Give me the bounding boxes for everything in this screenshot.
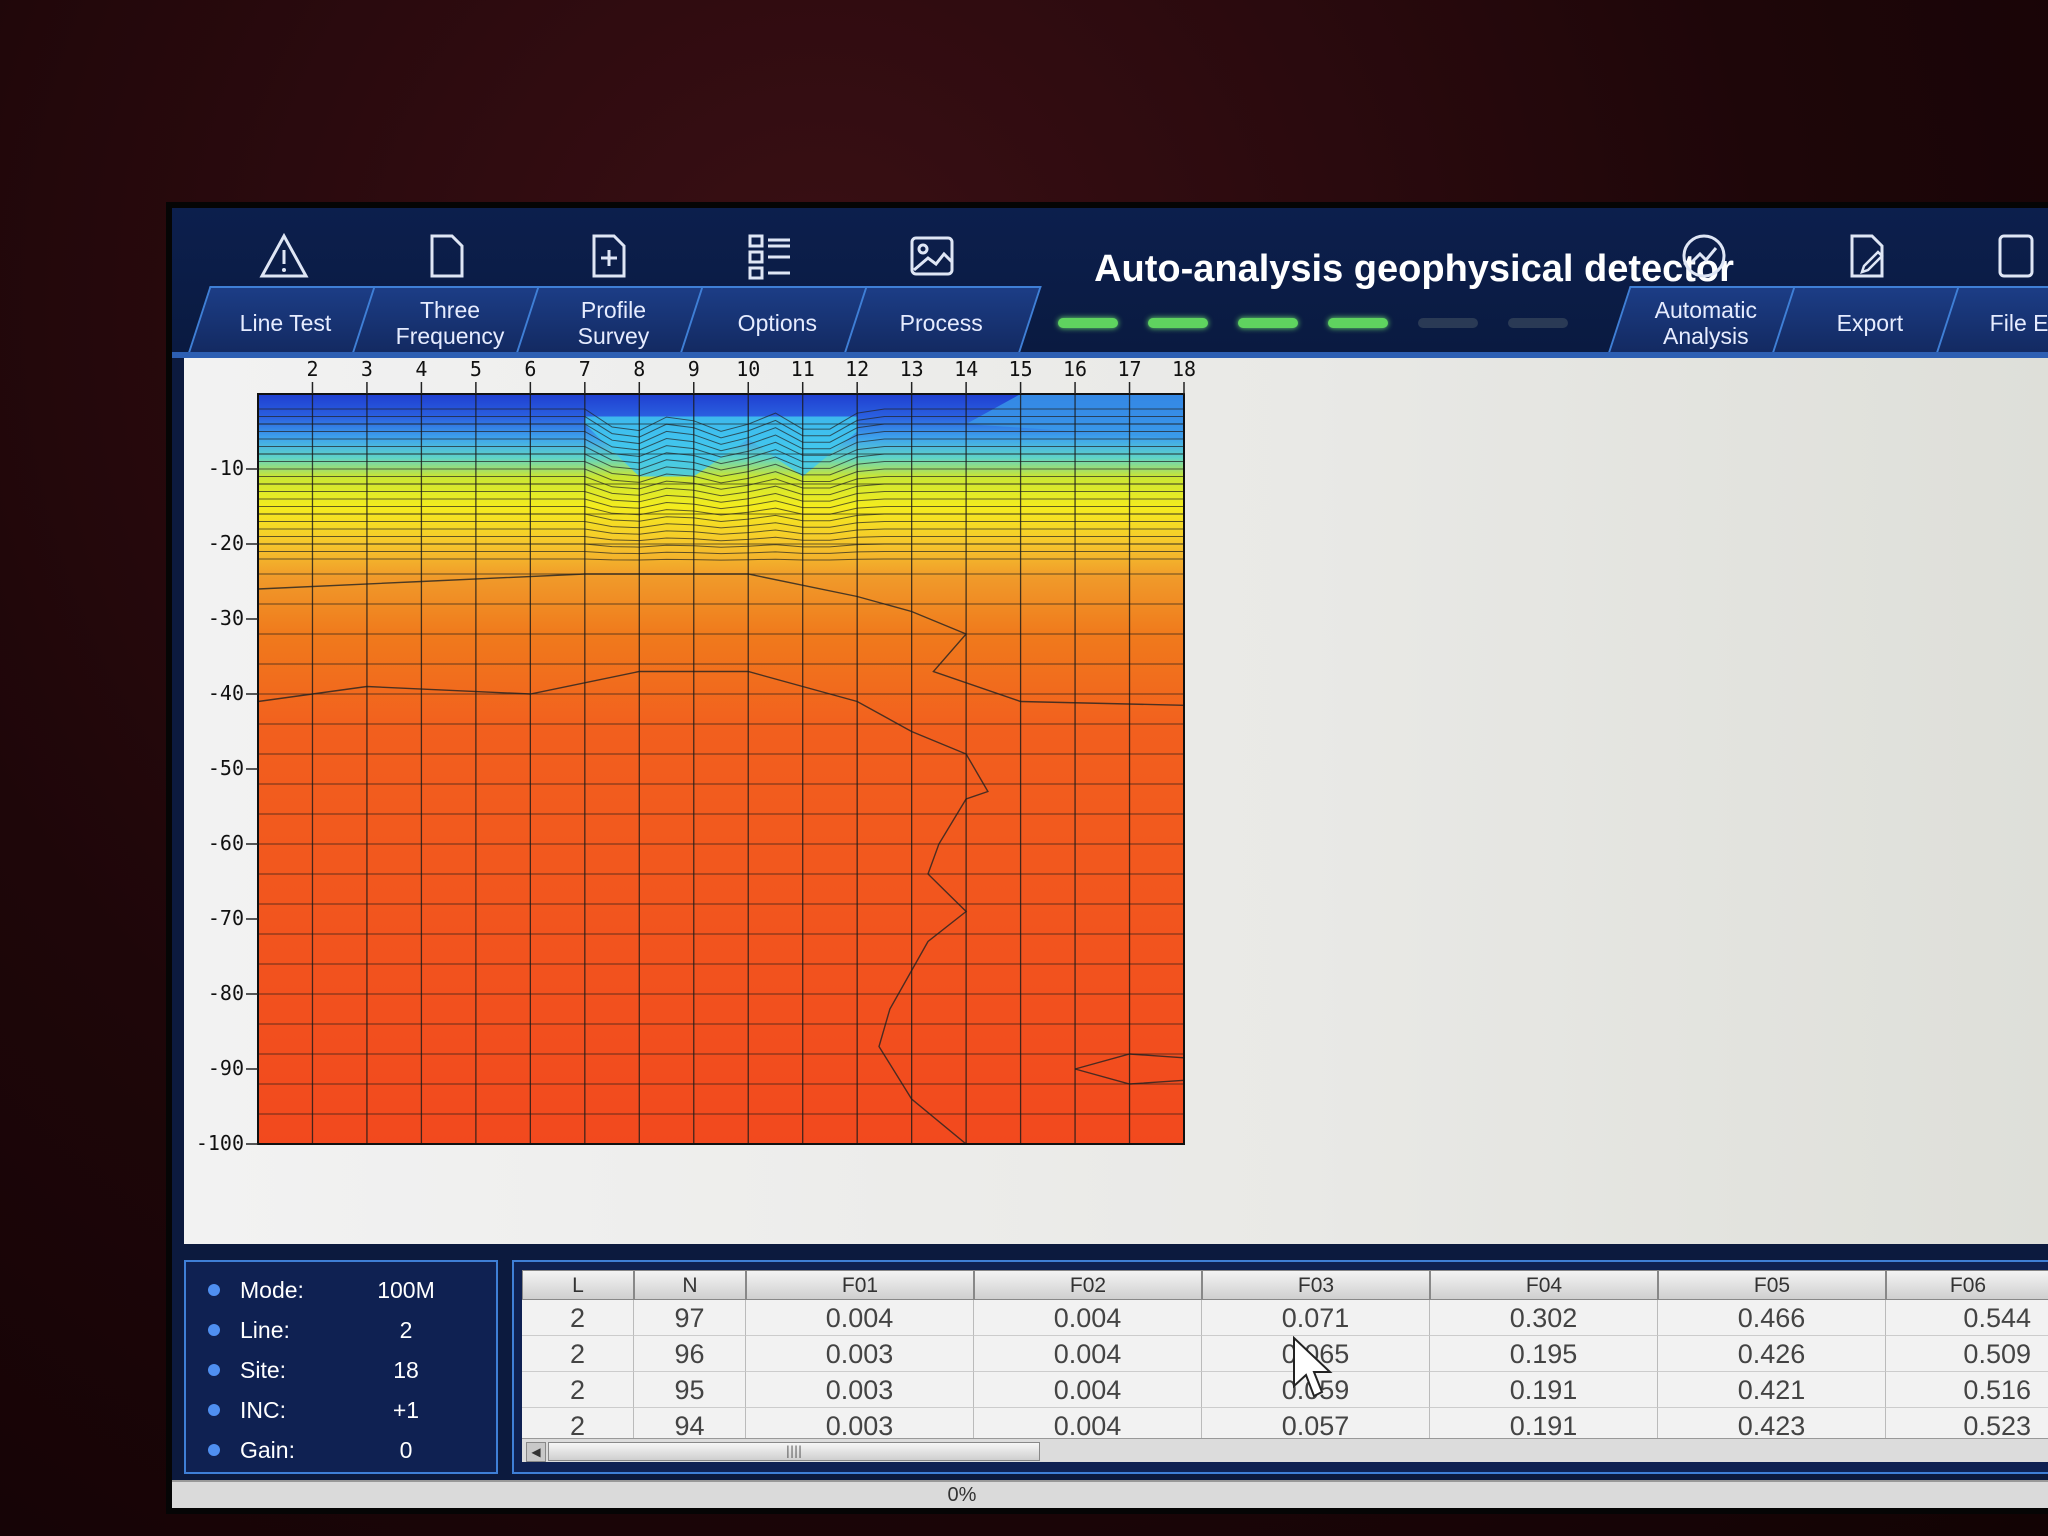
- y-tick-label: -70: [208, 906, 244, 930]
- image-icon[interactable]: [900, 224, 964, 288]
- column-header-f02[interactable]: F02: [974, 1270, 1202, 1300]
- x-tick-label: 6: [524, 358, 536, 381]
- tab-process[interactable]: Process: [842, 286, 1042, 358]
- column-header-f01[interactable]: F01: [746, 1270, 974, 1300]
- bullet-icon: [208, 1364, 220, 1376]
- x-tick-label: 2: [306, 358, 318, 381]
- profile-plot[interactable]: 2 3 4 5 6 7 8 9 10 11 12 13 14 15 16 17 18 -10 -20 -30 -40 -5…: [184, 358, 2048, 1244]
- table-row[interactable]: 2 96 0.003 0.004 0.065 0.195 0.426 0.509: [522, 1336, 2048, 1372]
- column-header-f03[interactable]: F03: [1202, 1270, 1430, 1300]
- x-tick-label: 3: [361, 358, 373, 381]
- scrollbar-thumb[interactable]: ||||: [548, 1442, 1040, 1461]
- info-row-site: Site: 18: [186, 1352, 496, 1388]
- x-tick-label: 16: [1063, 358, 1087, 381]
- x-tick-label: 4: [415, 358, 427, 381]
- status-led: [1418, 318, 1478, 328]
- progress-label: 0%: [947, 1484, 977, 1506]
- edit-document-icon[interactable]: [1834, 224, 1898, 288]
- data-table[interactable]: L N F01 F02 F03 F04 F05 F06 2 97 0.004 0…: [522, 1270, 2048, 1462]
- status-led: [1508, 318, 1568, 328]
- x-tick-label: 14: [954, 358, 978, 381]
- status-led: [1238, 318, 1298, 328]
- x-tick-label: 13: [900, 358, 924, 381]
- x-tick-label: 11: [791, 358, 815, 381]
- y-tick-label: -20: [208, 531, 244, 555]
- status-led: [1328, 318, 1388, 328]
- status-led: [1058, 318, 1118, 328]
- x-tick-label: 7: [579, 358, 591, 381]
- bullet-icon: [208, 1324, 220, 1336]
- status-leds: [1058, 318, 1568, 328]
- info-row-mode: Mode: 100M: [186, 1272, 496, 1308]
- info-row-inc: INC: +1: [186, 1392, 496, 1428]
- y-tick-label: -90: [208, 1056, 244, 1080]
- y-tick-label: -100: [196, 1131, 244, 1155]
- list-icon[interactable]: [738, 224, 802, 288]
- column-header-f04[interactable]: F04: [1430, 1270, 1658, 1300]
- info-panel: Mode: 100M Line: 2 Site: 18 INC: +1 Gain…: [184, 1260, 498, 1474]
- horizontal-scrollbar[interactable]: ◀ ||||: [522, 1438, 2048, 1462]
- bullet-icon: [208, 1404, 220, 1416]
- warning-icon[interactable]: [252, 224, 316, 288]
- table-row[interactable]: 2 95 0.003 0.004 0.059 0.191 0.421 0.516: [522, 1372, 2048, 1408]
- x-tick-label: 12: [845, 358, 869, 381]
- bullet-icon: [208, 1284, 220, 1296]
- new-document-icon[interactable]: [576, 224, 640, 288]
- y-tick-label: -30: [208, 606, 244, 630]
- mouse-pointer-icon: [1293, 1336, 1333, 1398]
- data-table-panel: L N F01 F02 F03 F04 F05 F06 2 97 0.004 0…: [512, 1260, 2048, 1474]
- x-tick-label: 9: [688, 358, 700, 381]
- y-tick-label: -80: [208, 981, 244, 1005]
- info-row-gain: Gain: 0: [186, 1432, 496, 1468]
- table-row[interactable]: 2 97 0.004 0.004 0.071 0.302 0.466 0.544: [522, 1300, 2048, 1336]
- chart-icon[interactable]: [1672, 224, 1736, 288]
- y-tick-label: -10: [208, 456, 244, 480]
- info-row-line: Line: 2: [186, 1312, 496, 1348]
- y-tick-label: -60: [208, 831, 244, 855]
- x-tick-label: 15: [1009, 358, 1033, 381]
- document-icon[interactable]: [414, 224, 478, 288]
- toolbar: Auto-analysis geophysical detector Line …: [172, 208, 2048, 358]
- x-tick-label: 18: [1172, 358, 1196, 381]
- table-header: L N F01 F02 F03 F04 F05 F06: [522, 1270, 2048, 1300]
- x-tick-label: 10: [736, 358, 760, 381]
- progress-bar: 0%: [172, 1480, 2048, 1508]
- file-icon[interactable]: [1984, 224, 2048, 288]
- contour-chart: 2 3 4 5 6 7 8 9 10 11 12 13 14 15 16 17 18 -10 -20 -30 -40 -5…: [196, 358, 1196, 1155]
- x-tick-label: 8: [633, 358, 645, 381]
- y-tick-label: -40: [208, 681, 244, 705]
- column-header-f06[interactable]: F06: [1886, 1270, 2048, 1300]
- scroll-left-icon[interactable]: ◀: [526, 1442, 546, 1462]
- x-tick-label: 5: [470, 358, 482, 381]
- y-tick-label: -50: [208, 756, 244, 780]
- column-header-l[interactable]: L: [522, 1270, 634, 1300]
- column-header-n[interactable]: N: [634, 1270, 746, 1300]
- app-window: Auto-analysis geophysical detector Line …: [172, 208, 2048, 1508]
- column-header-f05[interactable]: F05: [1658, 1270, 1886, 1300]
- bullet-icon: [208, 1444, 220, 1456]
- status-led: [1148, 318, 1208, 328]
- x-tick-label: 17: [1117, 358, 1141, 381]
